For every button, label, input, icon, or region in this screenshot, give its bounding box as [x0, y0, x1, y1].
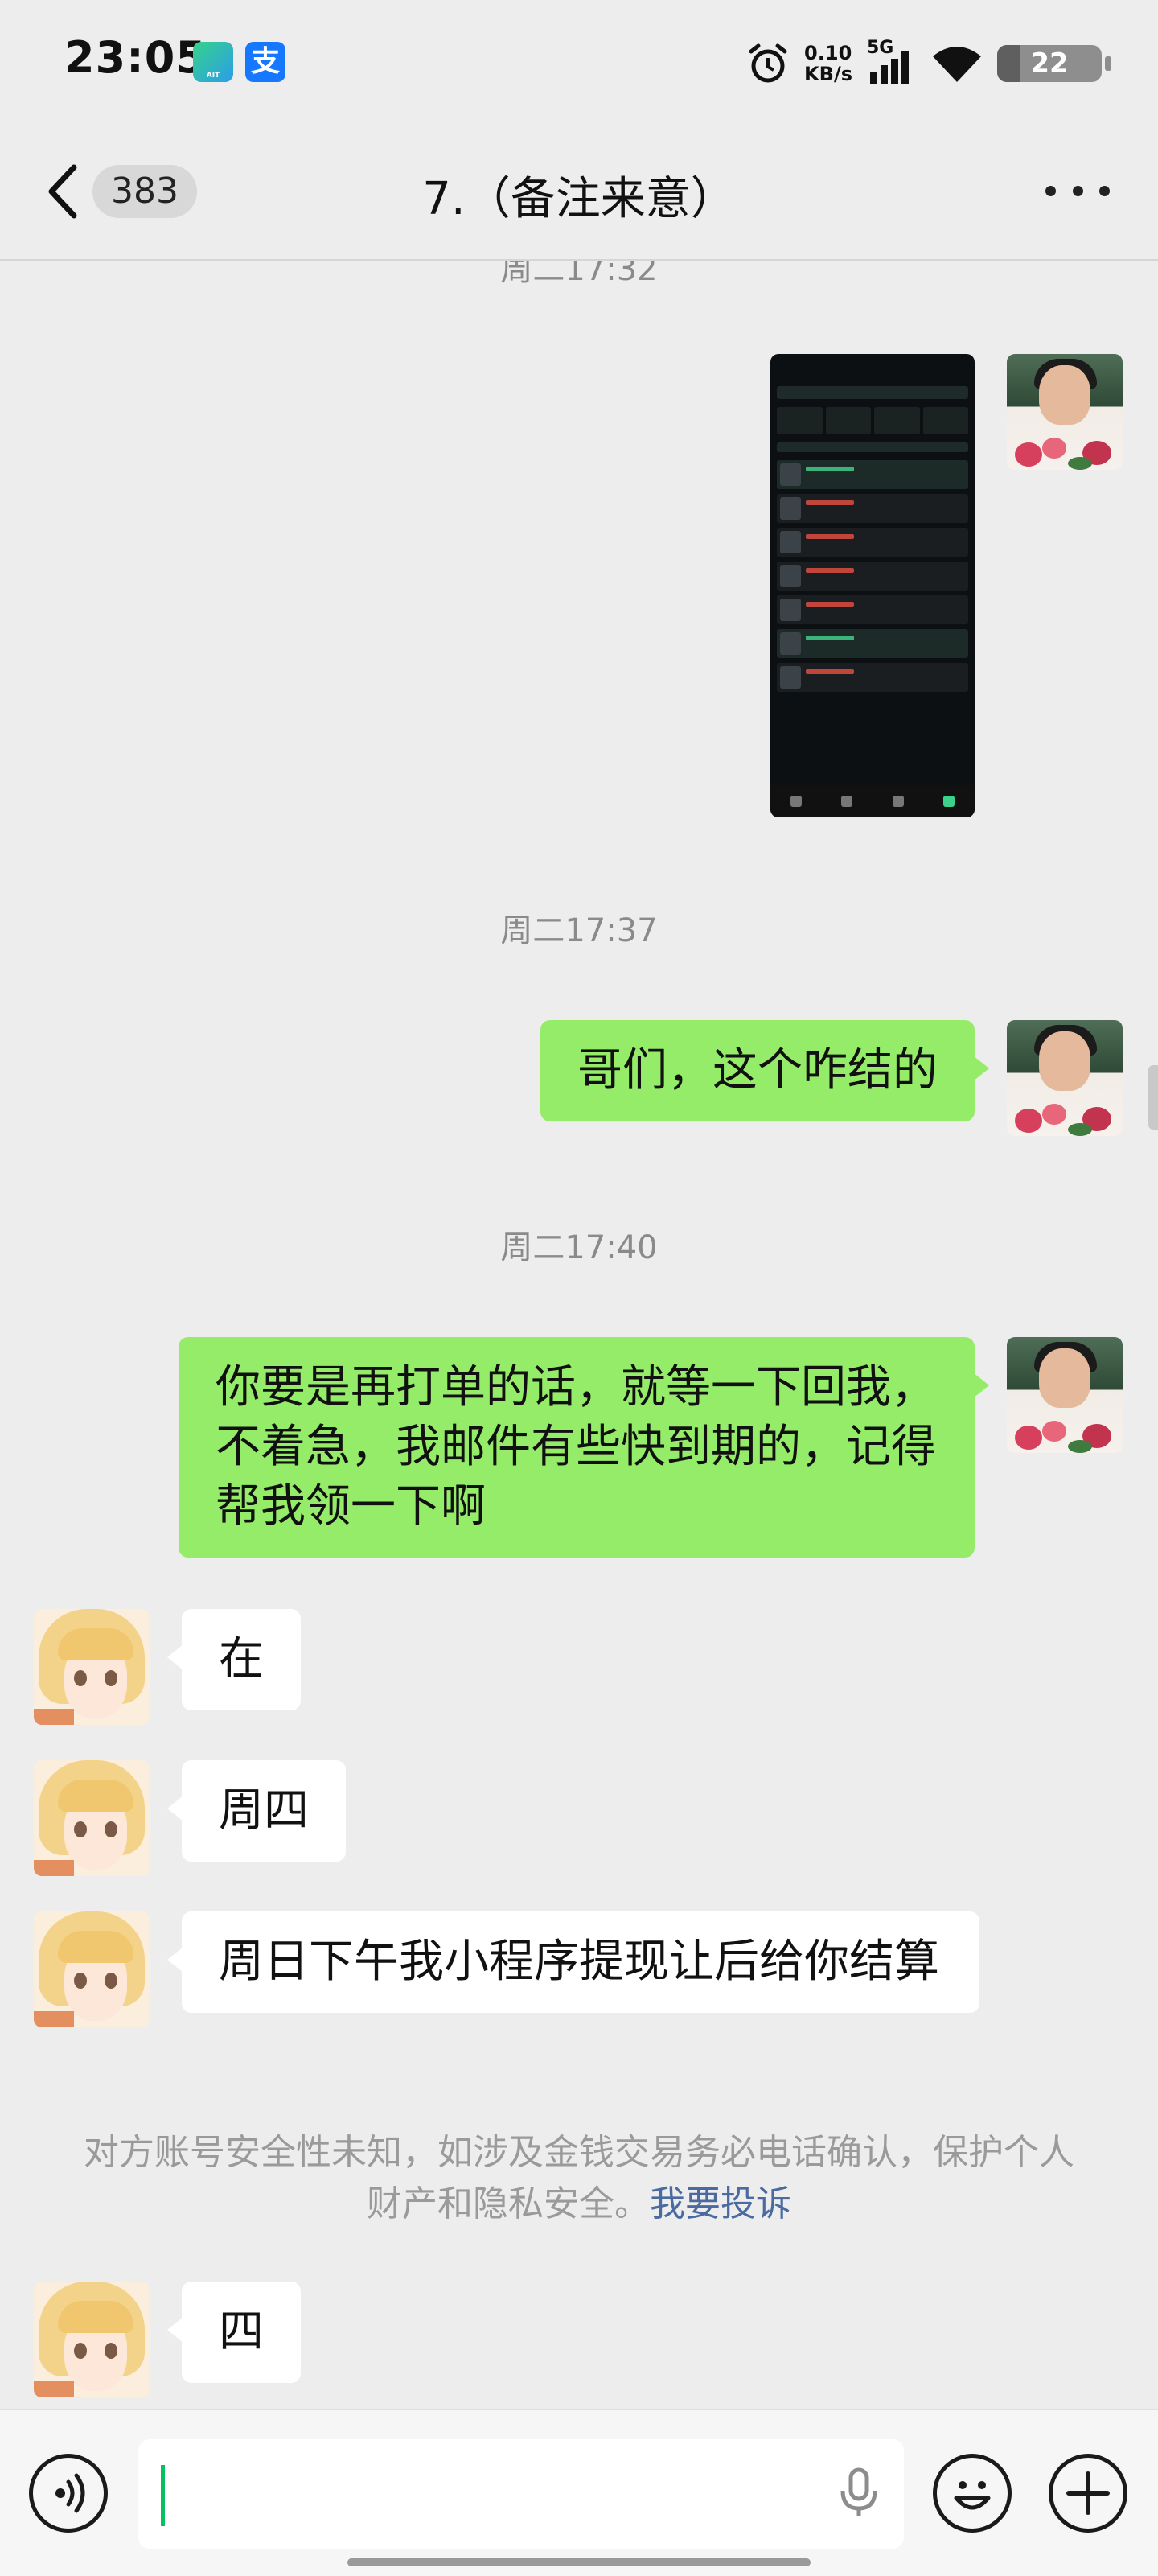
- net-speed-value: 0.10: [804, 42, 852, 64]
- dot-icon: [1099, 185, 1110, 196]
- mic-icon[interactable]: [830, 2463, 888, 2521]
- chat-header: 383 7.（备注来意）: [0, 121, 1158, 261]
- image-message[interactable]: [770, 354, 975, 817]
- message-timestamp: 周二17:32: [500, 261, 658, 288]
- dot-icon: [1045, 185, 1056, 196]
- message-timestamp: 周二17:37: [500, 912, 658, 949]
- screenshot-row: [777, 460, 968, 489]
- home-indicator[interactable]: [347, 2558, 811, 2566]
- security-notice: 对方账号安全性未知，如涉及金钱交易务必电话确认，保护个人财产和隐私安全。我要投诉: [80, 2127, 1078, 2230]
- net-speed: 0.10 KB/s: [804, 43, 852, 84]
- received-message-bubble[interactable]: 四: [167, 2282, 301, 2383]
- security-notice-text: 对方账号安全性未知，如涉及金钱交易务必电话确认，保护个人财产和隐私安全。: [84, 2132, 1074, 2224]
- network-type: 5G: [867, 38, 894, 58]
- sent-message-bubble[interactable]: 你要是再打单的话，就等一下回我，不着急，我邮件有些快到期的，记得帮我领一下啊: [179, 1337, 989, 1558]
- screenshot-row: [777, 562, 968, 591]
- dot-icon: [1072, 185, 1083, 196]
- received-message-bubble[interactable]: 周日下午我小程序提现让后给你结算: [167, 1911, 979, 2013]
- wifi-icon: [933, 47, 981, 82]
- status-time: 23:05: [64, 32, 207, 83]
- screenshot-tabs: [777, 386, 968, 399]
- net-speed-unit: KB/s: [804, 63, 852, 85]
- battery-level: 22: [1030, 47, 1069, 80]
- my-avatar[interactable]: [1007, 1337, 1123, 1453]
- message-text: 哥们，这个咋结的: [577, 1044, 938, 1097]
- screenshot-row: [777, 528, 968, 557]
- scrollbar-thumb[interactable]: [1148, 1065, 1158, 1130]
- screenshot-status-bar: [770, 354, 975, 378]
- message-text: 周日下午我小程序提现让后给你结算: [219, 1936, 939, 1988]
- screenshot-filter: [777, 442, 968, 452]
- screenshot-stats: [777, 407, 968, 434]
- sent-message-bubble[interactable]: 哥们，这个咋结的: [540, 1020, 989, 1121]
- plus-icon: [1066, 2471, 1110, 2515]
- message-input[interactable]: [138, 2439, 904, 2549]
- message-text: 在: [219, 1633, 264, 1685]
- battery-icon: 22: [997, 45, 1111, 82]
- alarm-icon: [749, 43, 787, 83]
- my-avatar[interactable]: [1007, 354, 1123, 470]
- screenshot-row: [777, 629, 968, 658]
- text-caret: [161, 2465, 165, 2526]
- input-bar: [0, 2409, 1158, 2576]
- screenshot-row: [777, 595, 968, 624]
- report-link[interactable]: 我要投诉: [650, 2183, 791, 2224]
- signal-icon: 5G: [867, 38, 917, 86]
- app-notification-label: AIT: [206, 72, 220, 80]
- more-actions-button[interactable]: [1049, 2454, 1127, 2533]
- received-message-bubble[interactable]: 周四: [167, 1760, 346, 1862]
- contact-avatar[interactable]: [34, 1911, 150, 2027]
- message-text: 四: [219, 2306, 264, 2358]
- chat-message-list[interactable]: 周二17:32 周二17:37 哥们，这个咋结的 周二17:40 你要是再打单的…: [0, 261, 1158, 2409]
- contact-avatar[interactable]: [34, 1760, 150, 1876]
- screenshot-tabbar: [770, 785, 975, 817]
- my-avatar[interactable]: [1007, 1020, 1123, 1136]
- status-bar: 23:05 AIT 支 0.10 KB/s 5G 22: [0, 0, 1158, 121]
- app-notification-icon: AIT: [193, 42, 233, 82]
- voice-icon: [55, 2473, 85, 2513]
- contact-avatar[interactable]: [34, 1609, 150, 1725]
- voice-input-button[interactable]: [29, 2454, 108, 2533]
- chat-title: 7.（备注来意）: [422, 173, 736, 225]
- received-message-bubble[interactable]: 在: [167, 1609, 301, 1710]
- message-text: 周四: [219, 1784, 309, 1837]
- status-indicators: 0.10 KB/s 5G 22: [746, 35, 1111, 92]
- alipay-icon: 支: [245, 42, 285, 82]
- screenshot-row: [777, 494, 968, 523]
- emoji-icon: [954, 2481, 991, 2510]
- screenshot-row: [777, 663, 968, 692]
- contact-avatar[interactable]: [34, 2282, 150, 2397]
- message-text: 你要是再打单的话，就等一下回我，不着急，我邮件有些快到期的，记得帮我领一下啊: [216, 1361, 936, 1533]
- more-options-button[interactable]: [1045, 181, 1110, 200]
- emoji-button[interactable]: [933, 2454, 1012, 2533]
- message-timestamp: 周二17:40: [500, 1229, 658, 1266]
